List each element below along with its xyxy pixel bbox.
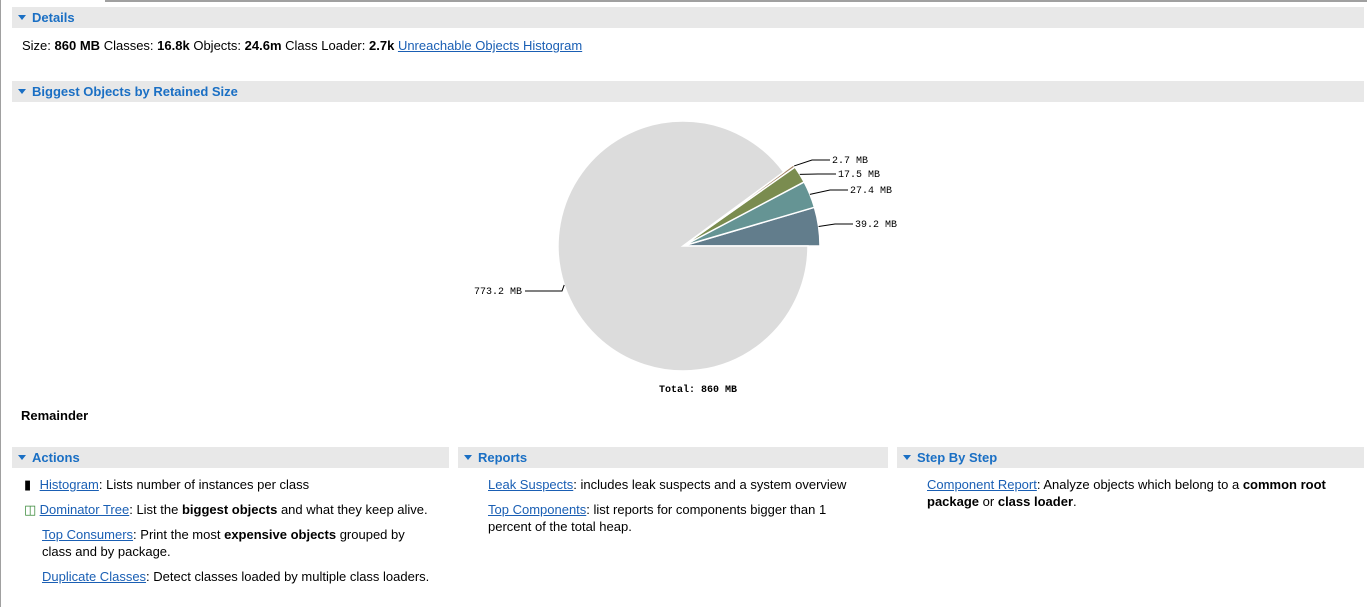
desc: .	[1073, 494, 1077, 509]
classes-label: Classes:	[103, 38, 154, 53]
histogram-icon: ▮	[24, 477, 32, 492]
leak-suspects-link[interactable]: Leak Suspects	[488, 477, 573, 492]
action-histogram: ▮ Histogram: Lists number of instances p…	[24, 476, 309, 493]
action-top-consumers: Top Consumers: Print the most expensive …	[42, 526, 432, 560]
objects-label: Objects:	[193, 38, 242, 53]
details-section-header[interactable]: Details	[12, 7, 1364, 28]
size-label: Size:	[22, 38, 51, 53]
component-report-link[interactable]: Component Report	[927, 477, 1037, 492]
retained-size-pie-chart: Total: 860 MB 39.2 MB 27.4 MB 17.5 MB 2.7 M…	[474, 120, 897, 396]
loader-label: Class Loader:	[285, 38, 366, 53]
collapse-icon	[464, 455, 472, 461]
pie-leader-line	[809, 189, 848, 195]
dominator-tree-link[interactable]: Dominator Tree	[40, 502, 130, 517]
section-title: Actions	[32, 450, 80, 465]
desc: : Detect classes loaded by multiple clas…	[146, 569, 430, 584]
collapse-icon	[903, 455, 911, 461]
objects-value: 24.6m	[244, 38, 282, 53]
reports-section-header[interactable]: Reports	[458, 447, 888, 468]
classes-value: 16.8k	[157, 38, 190, 53]
desc-bold: biggest objects	[181, 502, 278, 517]
pie-slice-label: 27.4 MB	[850, 186, 892, 197]
biggest-objects-section-header[interactable]: Biggest Objects by Retained Size	[12, 81, 1364, 102]
pie-slice	[557, 120, 809, 372]
collapse-icon	[18, 15, 26, 21]
pie-slice-label: 773.2 MB	[474, 287, 522, 298]
action-duplicate-classes: Duplicate Classes: Detect classes loaded…	[42, 568, 429, 585]
section-title: Step By Step	[917, 450, 998, 465]
section-title: Details	[32, 10, 75, 25]
pie-slice-label: 2.7 MB	[832, 156, 868, 167]
desc: : Lists number of instances per class	[98, 477, 310, 492]
pie-leader-line	[818, 223, 853, 227]
desc-bold: expensive objects	[224, 527, 337, 542]
collapse-icon	[18, 455, 26, 461]
desc: or	[979, 494, 998, 509]
desc-bold: class loader	[997, 494, 1073, 509]
collapse-icon	[18, 89, 26, 95]
section-title: Reports	[478, 450, 528, 465]
unreachable-histogram-link[interactable]: Unreachable Objects Histogram	[398, 38, 582, 53]
loader-value: 2.7k	[369, 38, 395, 53]
details-summary: Size: 860 MB Classes: 16.8k Objects: 24.…	[22, 37, 582, 54]
top-components-link[interactable]: Top Components	[488, 502, 586, 517]
pie-total-label: Total: 860 MB	[659, 384, 737, 396]
duplicate-classes-link[interactable]: Duplicate Classes	[42, 569, 146, 584]
step-by-step-section-header[interactable]: Step By Step	[897, 447, 1364, 468]
dominator-tree-icon: ◫	[24, 502, 37, 517]
histogram-link[interactable]: Histogram	[40, 477, 99, 492]
pie-leader-line	[525, 284, 565, 292]
remainder-label: Remainder	[21, 408, 89, 423]
size-value: 860 MB	[54, 38, 101, 53]
desc: and what they keep alive.	[277, 502, 428, 517]
top-consumers-link[interactable]: Top Consumers	[42, 527, 133, 542]
actions-section-header[interactable]: Actions	[12, 447, 449, 468]
desc: : Analyze objects which belong to a	[1036, 477, 1243, 492]
step-component-report: Component Report: Analyze objects which …	[927, 476, 1347, 510]
pie-slice-label: 17.5 MB	[838, 170, 880, 181]
pie-slice-label: 39.2 MB	[855, 220, 897, 231]
tab-border	[105, 0, 1367, 2]
desc: : List the	[129, 502, 182, 517]
pie-leader-line	[794, 159, 830, 167]
section-title: Biggest Objects by Retained Size	[32, 84, 238, 99]
report-leak-suspects: Leak Suspects: includes leak suspects an…	[488, 476, 846, 493]
desc: : Print the most	[133, 527, 225, 542]
desc: : includes leak suspects and a system ov…	[573, 477, 847, 492]
action-dominator-tree: ◫ Dominator Tree: List the biggest objec…	[24, 501, 428, 518]
report-top-components: Top Components: list reports for compone…	[488, 501, 858, 535]
